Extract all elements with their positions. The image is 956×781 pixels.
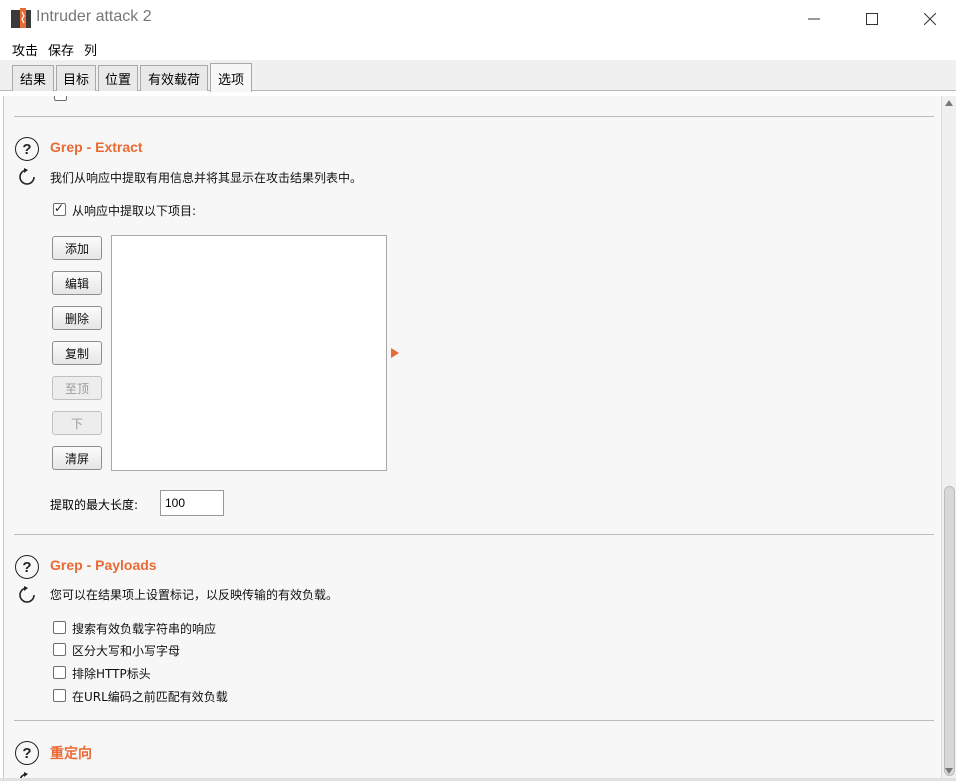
grep-extract-title: Grep - Extract — [50, 139, 143, 155]
refresh-icon[interactable] — [18, 168, 36, 186]
match-before-encoding-label: 在URL编码之前匹配有效负载 — [72, 690, 228, 704]
case-sensitive-checkbox[interactable] — [53, 643, 66, 656]
search-payload-checkbox[interactable] — [53, 621, 66, 634]
edit-button[interactable]: 编辑 — [52, 271, 102, 295]
case-sensitive-label: 区分大写和小写字母 — [72, 644, 181, 658]
help-circle-icon[interactable]: ? — [15, 137, 39, 161]
minimize-button[interactable] — [786, 0, 842, 38]
scroll-down-icon[interactable] — [945, 768, 953, 774]
tab-results[interactable]: 结果 — [12, 65, 54, 91]
add-button[interactable]: 添加 — [52, 236, 102, 260]
menu-save[interactable]: 保存 — [48, 40, 74, 59]
clipped-checkbox[interactable] — [54, 96, 67, 101]
help-circle-icon[interactable]: ? — [15, 741, 39, 765]
extract-items-checkbox[interactable] — [53, 201, 66, 216]
menu-bar: 攻击 保存 列 — [0, 38, 956, 60]
options-panel: ? Grep - Extract 我们从响应中提取有用信息并将其显示在攻击结果列… — [3, 96, 941, 778]
scroll-thumb[interactable] — [944, 486, 955, 776]
refresh-icon[interactable] — [18, 586, 36, 604]
divider — [14, 720, 934, 721]
burp-logo-icon — [11, 8, 31, 28]
extract-items-label: 从响应中提取以下项目: — [72, 204, 197, 218]
menu-attack[interactable]: 攻击 — [12, 40, 38, 59]
maximize-button[interactable] — [844, 0, 900, 38]
tab-options[interactable]: 选项 — [210, 63, 252, 92]
minimize-icon — [808, 18, 820, 20]
tab-payloads[interactable]: 有效载荷 — [140, 65, 208, 91]
expand-arrow-icon[interactable] — [391, 348, 399, 358]
maximize-icon — [866, 13, 878, 25]
clear-button[interactable]: 清屏 — [52, 446, 102, 470]
grep-payloads-title: Grep - Payloads — [50, 557, 157, 573]
vertical-scrollbar[interactable] — [941, 96, 956, 778]
search-payload-label: 搜索有效负载字符串的响应 — [72, 622, 217, 636]
grep-payloads-description: 您可以在结果项上设置标记，以反映传输的有效负载。 — [50, 588, 339, 602]
window-title: Intruder attack 2 — [36, 8, 152, 25]
tab-positions[interactable]: 位置 — [98, 65, 138, 91]
tab-target[interactable]: 目标 — [56, 65, 96, 91]
window-titlebar: Intruder attack 2 — [0, 0, 956, 38]
match-before-encoding-checkbox[interactable] — [53, 689, 66, 702]
menu-columns[interactable]: 列 — [84, 40, 97, 59]
divider — [14, 116, 934, 117]
exclude-headers-label: 排除HTTP标头 — [72, 667, 151, 681]
close-icon — [924, 13, 936, 25]
exclude-headers-checkbox[interactable] — [53, 666, 66, 679]
tab-strip: 结果 目标 位置 有效载荷 选项 — [0, 60, 956, 92]
grep-extract-description: 我们从响应中提取有用信息并将其显示在攻击结果列表中。 — [50, 171, 363, 185]
move-down-button[interactable]: 下 — [52, 411, 102, 435]
close-button[interactable] — [902, 0, 956, 38]
scroll-up-icon[interactable] — [945, 100, 953, 106]
divider — [14, 534, 934, 535]
extract-items-list[interactable] — [111, 235, 387, 471]
redirections-title: 重定向 — [50, 745, 92, 761]
remove-button[interactable]: 删除 — [52, 306, 102, 330]
duplicate-button[interactable]: 复制 — [52, 341, 102, 365]
max-length-label: 提取的最大长度: — [50, 498, 139, 512]
move-up-button[interactable]: 至顶 — [52, 376, 102, 400]
help-circle-icon[interactable]: ? — [15, 555, 39, 579]
max-length-input[interactable] — [160, 490, 224, 516]
